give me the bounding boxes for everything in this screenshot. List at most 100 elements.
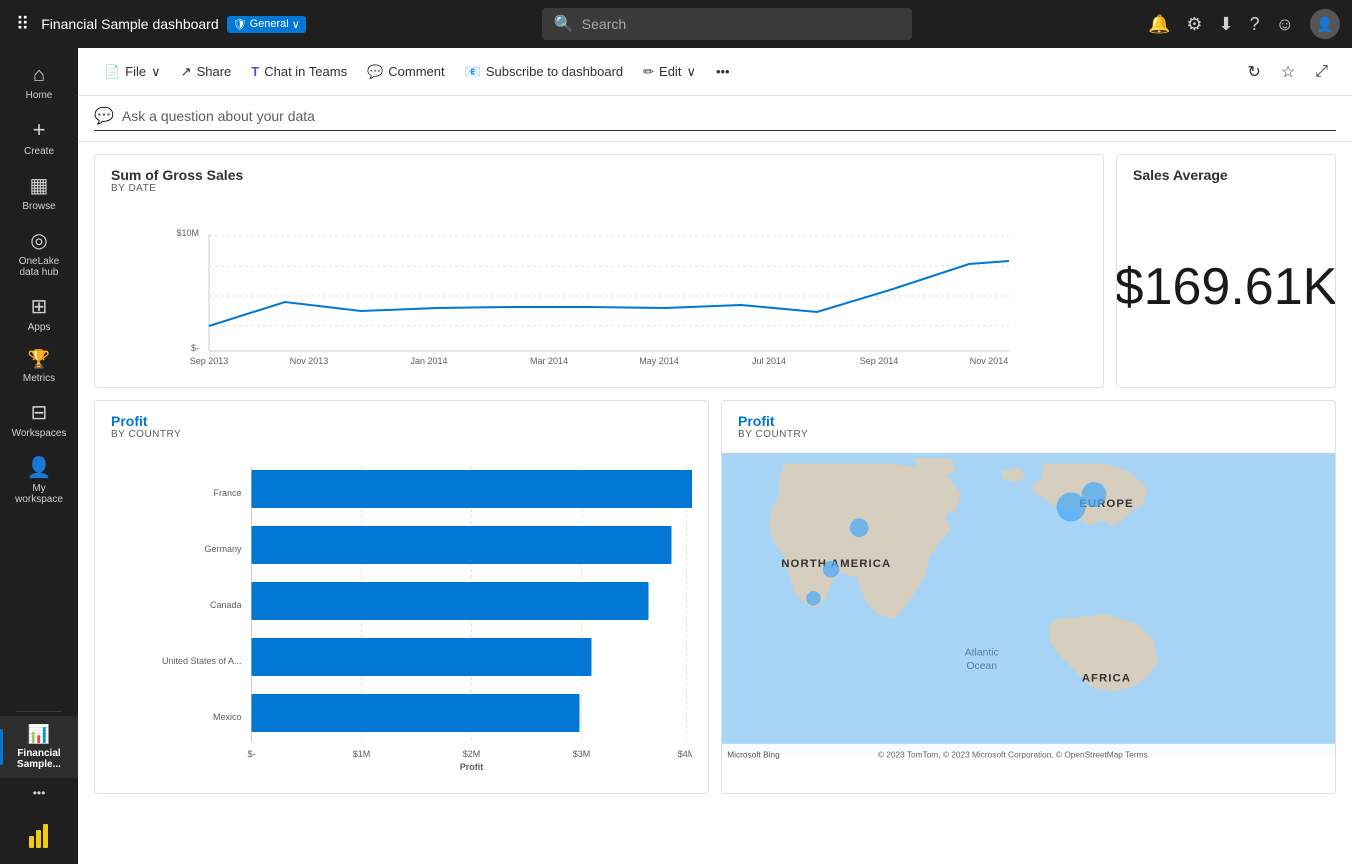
teams-icon: T [251, 64, 259, 79]
svg-text:Jan 2014: Jan 2014 [410, 356, 447, 366]
fullscreen-button[interactable]: ⤢ [1307, 57, 1336, 87]
line-chart-tile: Sum of Gross Sales BY DATE $10M $- Sum o… [94, 154, 1104, 388]
map-tile: Profit BY COUNTRY [721, 400, 1336, 794]
svg-text:United States of A...: United States of A... [162, 656, 242, 666]
sidebar-item-my-workspace[interactable]: 👤 Myworkspace [0, 447, 78, 513]
report-icon: 📊 [28, 724, 50, 745]
share-icon: ↗ [181, 64, 192, 80]
main-layout: ⌂ Home + Create ▦ Browse ◎ OneLakedata h… [0, 48, 1352, 864]
search-input[interactable] [582, 16, 900, 32]
content-area: 📄 File ∨ ↗ Share T Chat in Teams 💬 Comme… [78, 48, 1352, 864]
svg-text:Mar 2014: Mar 2014 [530, 356, 568, 366]
sidebar-item-more[interactable]: ••• [0, 778, 78, 808]
map-svg: NORTH AMERICA EUROPE Atlantic Ocean AFRI… [722, 444, 1335, 784]
svg-text:May 2014: May 2014 [639, 356, 679, 366]
sidebar-item-metrics[interactable]: 🏆 Metrics [0, 341, 78, 392]
workspaces-icon: ⊟ [31, 400, 48, 425]
svg-text:Microsoft Bing: Microsoft Bing [727, 749, 780, 759]
app-grid-icon[interactable]: ⠿ [12, 10, 33, 39]
svg-text:© 2023 TomTom, © 2023 Microsof: © 2023 TomTom, © 2023 Microsoft Corporat… [878, 749, 1148, 759]
favorite-button[interactable]: ☆ [1273, 56, 1303, 88]
toolbar: 📄 File ∨ ↗ Share T Chat in Teams 💬 Comme… [78, 48, 1352, 96]
svg-text:AFRICA: AFRICA [1082, 673, 1131, 685]
map-title: Profit [738, 413, 1319, 429]
svg-text:Nov 2014: Nov 2014 [970, 356, 1009, 366]
metrics-icon: 🏆 [28, 349, 50, 370]
download-icon[interactable]: ⬇ [1219, 14, 1234, 35]
svg-text:Sep 2014: Sep 2014 [860, 356, 899, 366]
svg-text:Nov 2013: Nov 2013 [290, 356, 329, 366]
ellipsis-icon: ••• [716, 64, 730, 79]
notifications-icon[interactable]: 🔔 [1148, 14, 1170, 35]
settings-icon[interactable]: ⚙ [1186, 14, 1202, 35]
line-chart-title: Sum of Gross Sales [111, 167, 1087, 183]
sidebar-item-browse[interactable]: ▦ Browse [0, 165, 78, 220]
avatar[interactable]: 👤 [1310, 9, 1340, 39]
more-options-button[interactable]: ••• [706, 58, 740, 85]
subscribe-icon: 📧 [465, 64, 481, 80]
create-icon: + [33, 117, 46, 143]
my-workspace-icon: 👤 [27, 455, 52, 480]
bar-chart-subtitle: BY COUNTRY [111, 429, 692, 440]
edit-button[interactable]: ✏ Edit ∨ [633, 58, 706, 86]
workspace-label[interactable]: General [250, 18, 289, 30]
svg-text:$-: $- [191, 343, 199, 353]
home-icon: ⌂ [33, 64, 45, 87]
svg-text:$1M: $1M [353, 749, 371, 759]
file-icon: 📄 [104, 64, 120, 80]
svg-text:Mexico: Mexico [213, 712, 242, 722]
sidebar-item-workspaces[interactable]: ⊟ Workspaces [0, 392, 78, 447]
line-chart-subtitle: BY DATE [111, 183, 1087, 194]
sidebar-item-home[interactable]: ⌂ Home [0, 56, 78, 109]
shield-badge: 🛡 General ∨ [227, 16, 306, 33]
search-bar[interactable]: 🔍 [542, 8, 912, 40]
map-container: NORTH AMERICA EUROPE Atlantic Ocean AFRI… [722, 444, 1335, 784]
help-icon[interactable]: ? [1250, 14, 1260, 35]
refresh-button[interactable]: ↻ [1239, 56, 1268, 88]
svg-text:Canada: Canada [210, 600, 242, 610]
svg-text:$10M: $10M [176, 228, 199, 238]
svg-text:$4M: $4M [678, 749, 692, 759]
svg-text:Ocean: Ocean [966, 661, 997, 672]
svg-text:Profit: Profit [460, 762, 484, 772]
sidebar-item-financial-sample[interactable]: 📊 FinancialSample... [0, 716, 78, 778]
edit-icon: ✏ [643, 64, 654, 80]
sales-average-tile: Sales Average $169.61K [1116, 154, 1336, 388]
svg-text:Sep 2013: Sep 2013 [190, 356, 229, 366]
apps-icon: ⊞ [31, 294, 48, 319]
sidebar-item-onelake[interactable]: ◎ OneLakedata hub [0, 220, 78, 286]
sales-avg-value: $169.61K [1117, 187, 1335, 387]
edit-chevron-icon: ∨ [686, 64, 696, 80]
ask-icon: 💬 [94, 106, 114, 126]
onelake-icon: ◎ [30, 228, 47, 253]
svg-text:Atlantic: Atlantic [965, 648, 999, 659]
sidebar-item-apps[interactable]: ⊞ Apps [0, 286, 78, 341]
feedback-icon[interactable]: ☺ [1276, 14, 1294, 35]
sidebar: ⌂ Home + Create ▦ Browse ◎ OneLakedata h… [0, 48, 78, 864]
search-icon: 🔍 [554, 14, 574, 34]
ask-question-bar[interactable]: 💬 Ask a question about your data [78, 96, 1352, 142]
bar-chart-svg: Country France Germany Canada United Sta… [111, 452, 692, 772]
top-navigation: ⠿ Financial Sample dashboard 🛡 General ∨… [0, 0, 1352, 48]
file-button[interactable]: 📄 File ∨ [94, 58, 171, 86]
subscribe-button[interactable]: 📧 Subscribe to dashboard [455, 58, 634, 86]
comment-button[interactable]: 💬 Comment [357, 58, 455, 86]
share-button[interactable]: ↗ Share [171, 58, 242, 86]
more-icon: ••• [33, 786, 46, 800]
svg-text:$2M: $2M [463, 749, 481, 759]
app-title: Financial Sample dashboard [41, 16, 218, 32]
svg-text:$3M: $3M [573, 749, 591, 759]
browse-icon: ▦ [30, 173, 49, 198]
map-subtitle: BY COUNTRY [738, 429, 1319, 440]
sales-avg-title: Sales Average [1133, 167, 1319, 183]
svg-text:Jul 2014: Jul 2014 [752, 356, 786, 366]
comment-icon: 💬 [367, 64, 383, 80]
dashboard-grid: Sum of Gross Sales BY DATE $10M $- Sum o… [78, 142, 1352, 806]
chat-in-teams-button[interactable]: T Chat in Teams [241, 58, 357, 85]
bar-chart-tile: Profit BY COUNTRY Country France Ger [94, 400, 709, 794]
svg-text:$-: $- [247, 749, 255, 759]
chevron-down-icon[interactable]: ∨ [292, 18, 300, 31]
file-chevron-icon: ∨ [151, 64, 161, 80]
sidebar-item-create[interactable]: + Create [0, 109, 78, 165]
ask-placeholder: Ask a question about your data [122, 108, 315, 124]
